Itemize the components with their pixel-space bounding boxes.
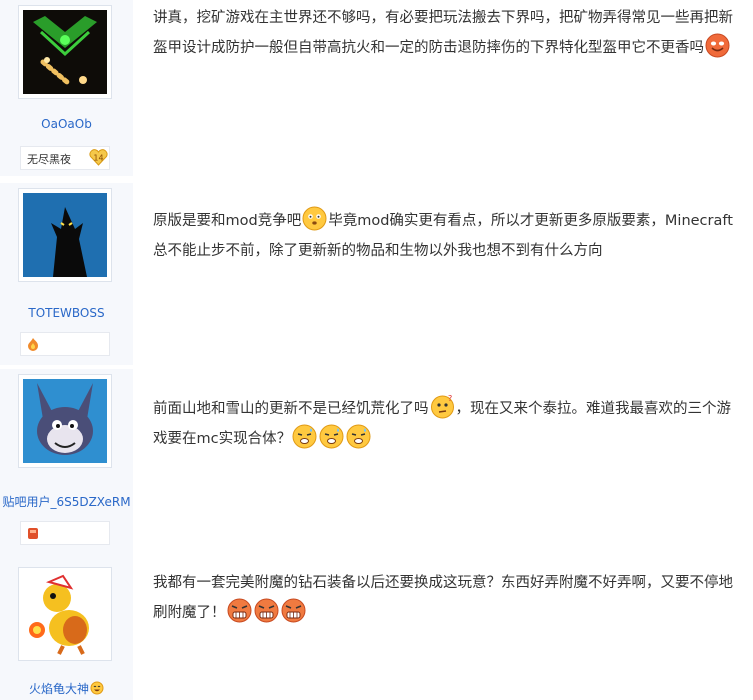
- angry-emoji-icon: [227, 598, 252, 623]
- avatar[interactable]: [23, 193, 107, 277]
- post-content: 原版是要和mod竞争吧 毕竟mod确实更有看点，所以才更新更多原版要素，Minec…: [153, 206, 738, 266]
- post: 火焰龟大神 我都有一套完美附魔的钻石装备以后还要换成这玩意？东西好弄附魔不好弄啊…: [0, 551, 753, 700]
- avatar[interactable]: [23, 10, 107, 94]
- post: 贴吧用户_6S5DZXeRM 前面山地和雪山的更新不是已经饥荒化了吗? ，现在又来…: [0, 369, 753, 551]
- username[interactable]: 火焰龟大神: [0, 680, 133, 698]
- avatar-frame[interactable]: [18, 188, 112, 282]
- angry-emoji-icon: [254, 598, 279, 623]
- badge-name: 无尽黑夜: [27, 153, 71, 166]
- username[interactable]: OaOaOb: [0, 117, 133, 131]
- post-content: 我都有一套完美附魔的钻石装备以后还要换成这玩意？东西好弄附魔不好弄啊，又要不停地…: [153, 575, 733, 623]
- post: OaOaOb 无尽黑夜 14 讲真，挖矿游戏在主世界还不够吗，有必要把玩法搬去下…: [0, 0, 753, 183]
- cold-sweat-emoji-icon: [346, 424, 371, 449]
- username[interactable]: TOTEWBOSS: [0, 306, 133, 320]
- avatar[interactable]: [23, 572, 107, 656]
- fire-badge-icon: [26, 337, 40, 354]
- user-sidebar: 贴吧用户_6S5DZXeRM: [0, 369, 133, 551]
- member-badge[interactable]: [20, 521, 110, 545]
- avatar-frame[interactable]: [18, 5, 112, 99]
- post-content: 前面山地和雪山的更新不是已经饥荒化了吗? ，现在又来个泰拉。难道我最喜欢的三个游戏…: [153, 394, 731, 449]
- laugh-emoji-icon: [90, 681, 104, 698]
- surprised-emoji-icon: [302, 206, 327, 231]
- angry-emoji-icon: [281, 598, 306, 623]
- badge-icon: [26, 526, 40, 543]
- username-text: 火焰龟大神: [28, 682, 89, 696]
- post-content: 讲真，挖矿游戏在主世界还不够吗，有必要把玩法搬去下界吗，把矿物弄得常见一些再把新…: [153, 10, 733, 58]
- member-badge[interactable]: [20, 332, 110, 356]
- post: TOTEWBOSS 原版是要和mod竞争吧 毕竟mod确实更有看点，所以才更新更多…: [0, 183, 753, 369]
- user-sidebar: TOTEWBOSS: [0, 183, 133, 365]
- level-heart-icon: 14: [89, 149, 108, 166]
- cold-sweat-emoji-icon: [292, 424, 317, 449]
- user-sidebar: 火焰龟大神: [0, 551, 133, 700]
- svg-text:?: ?: [448, 394, 452, 403]
- cold-sweat-emoji-icon: [319, 424, 344, 449]
- avatar-frame[interactable]: [18, 567, 112, 661]
- username[interactable]: 贴吧用户_6S5DZXeRM: [0, 493, 133, 510]
- red-smile-emoji-icon: [705, 33, 730, 58]
- confused-emoji-icon: ?: [430, 394, 455, 419]
- member-badge[interactable]: 无尽黑夜 14: [20, 146, 110, 170]
- avatar-frame[interactable]: [18, 374, 112, 468]
- avatar[interactable]: [23, 379, 107, 463]
- user-sidebar: OaOaOb 无尽黑夜 14: [0, 0, 133, 176]
- badge-level: 14: [93, 154, 103, 163]
